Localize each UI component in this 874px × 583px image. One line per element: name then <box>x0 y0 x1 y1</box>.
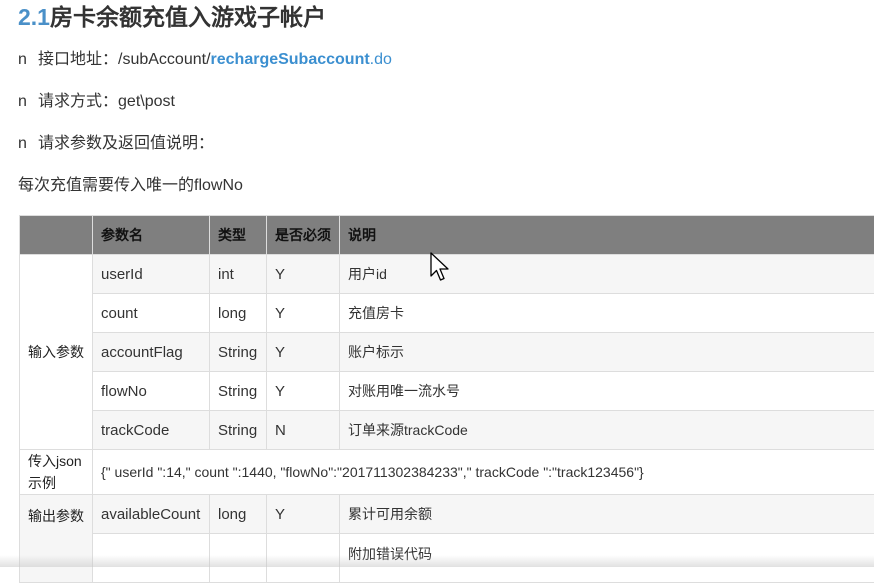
param-description: 充值房卡 <box>340 294 874 333</box>
header-description: 说明 <box>340 216 874 255</box>
param-required: Y <box>267 372 340 411</box>
mouse-pointer-icon <box>430 252 450 287</box>
param-description: 用户id <box>340 255 874 294</box>
param-description: 订单来源trackCode <box>340 411 874 450</box>
header-type: 类型 <box>210 216 267 255</box>
param-name: userId <box>93 255 210 294</box>
param-required: N <box>267 411 340 450</box>
param-name: accountFlag <box>93 333 210 372</box>
section-title: 房卡余额充值入游戏子帐户 <box>50 4 326 30</box>
param-required: Y <box>267 495 340 534</box>
param-description: 对账用唯一流水号 <box>340 372 874 411</box>
header-param-name: 参数名 <box>93 216 210 255</box>
json-label-line2: 示例 <box>28 472 84 494</box>
param-name: count <box>93 294 210 333</box>
param-type: long <box>210 294 267 333</box>
param-description: 累计可用余额 <box>340 495 874 534</box>
api-address-line: n接口地址：/subAccount/rechargeSubaccount.do <box>18 50 392 70</box>
page-title: 2.1房卡余额充值入游戏子帐户 <box>18 2 326 32</box>
table-header-row: 参数名 类型 是否必须 说明 <box>20 216 874 255</box>
json-example-value: {" userId ":14," count ":1440, "flowNo":… <box>93 450 874 495</box>
param-description: 账户标示 <box>340 333 874 372</box>
param-type: long <box>210 495 267 534</box>
param-type: String <box>210 372 267 411</box>
param-name: trackCode <box>93 411 210 450</box>
param-type: String <box>210 333 267 372</box>
table-row: flowNo String Y 对账用唯一流水号 <box>20 372 874 411</box>
note-line: 每次充值需要传入唯一的flowNo <box>18 176 243 196</box>
table-row: trackCode String N 订单来源trackCode <box>20 411 874 450</box>
header-required: 是否必须 <box>267 216 340 255</box>
param-name: availableCount <box>93 495 210 534</box>
api-extension: .do <box>370 51 392 68</box>
header-group <box>20 216 93 255</box>
api-prefix: /subAccount/ <box>118 51 211 68</box>
param-required: Y <box>267 255 340 294</box>
table-row: count long Y 充值房卡 <box>20 294 874 333</box>
method-value: get\post <box>118 93 175 110</box>
scroll-shadow <box>0 555 874 567</box>
json-label-line1: 传入json <box>28 450 84 472</box>
table-row: 输出参数 availableCount long Y 累计可用余额 <box>20 495 874 534</box>
bullet: n <box>18 50 38 70</box>
api-method-link[interactable]: rechargeSubaccount <box>211 51 370 68</box>
param-type: String <box>210 411 267 450</box>
params-description-line: n请求参数及返回值说明： <box>18 134 214 154</box>
param-type: int <box>210 255 267 294</box>
method-label: 请求方式： <box>38 93 118 110</box>
json-example-label: 传入json 示例 <box>20 450 93 495</box>
section-number: 2.1 <box>18 4 50 30</box>
param-required: Y <box>267 294 340 333</box>
json-example-row: 传入json 示例 {" userId ":14," count ":1440,… <box>20 450 874 495</box>
output-params-label: 输出参数 <box>20 495 93 583</box>
input-params-label: 输入参数 <box>20 255 93 450</box>
params-description: 请求参数及返回值说明： <box>38 135 214 152</box>
api-label: 接口地址： <box>38 51 118 68</box>
param-name: flowNo <box>93 372 210 411</box>
table-row: accountFlag String Y 账户标示 <box>20 333 874 372</box>
param-required: Y <box>267 333 340 372</box>
bullet: n <box>18 92 38 112</box>
bullet: n <box>18 134 38 154</box>
request-method-line: n请求方式：get\post <box>18 92 175 112</box>
